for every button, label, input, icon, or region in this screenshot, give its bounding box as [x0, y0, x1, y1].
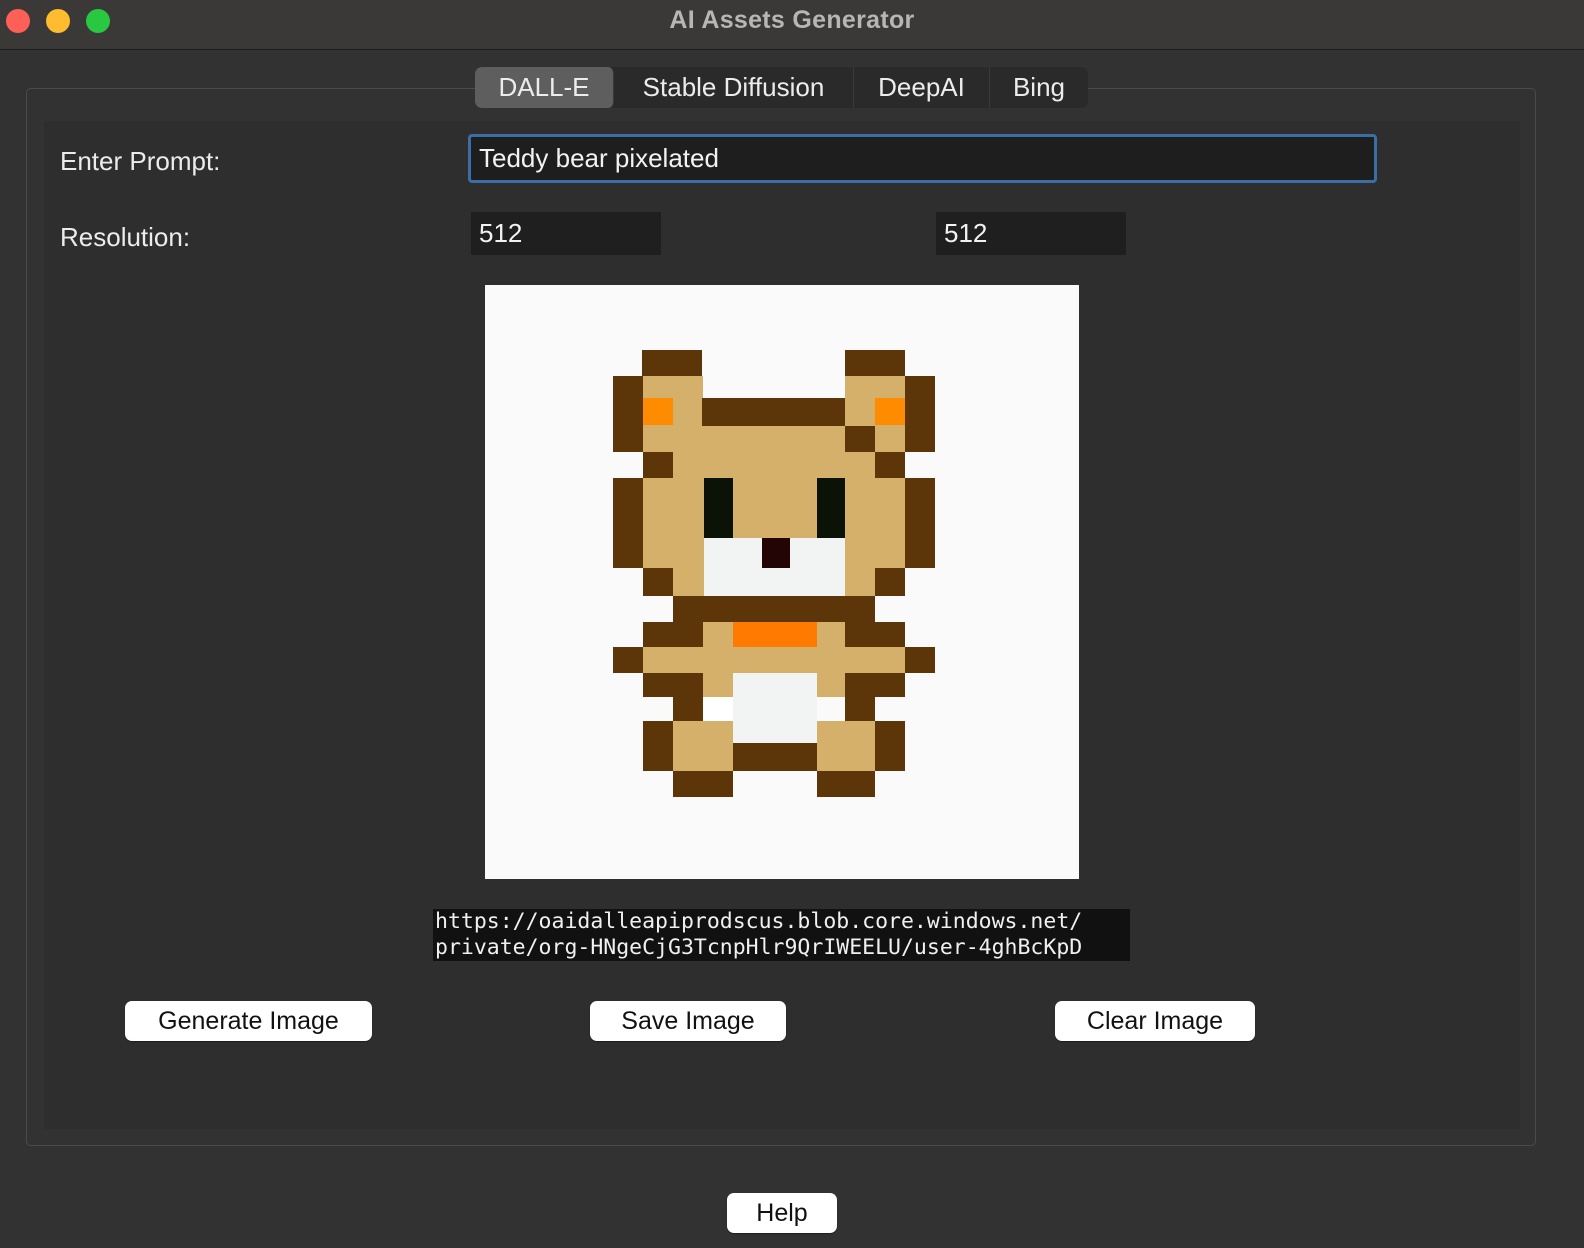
save-image-button[interactable]: Save Image [590, 1001, 786, 1041]
image-url-text: https://oaidalleapiprodscus.blob.core.wi… [433, 909, 1130, 961]
help-button[interactable]: Help [727, 1193, 837, 1233]
window-title: AI Assets Generator [669, 6, 915, 34]
tab-bar: DALL-E Stable Diffusion DeepAI Bing [475, 67, 1088, 108]
image-url-line-2: private/org-HNgeCjG3TcnpHlr9QrIWEELU/use… [435, 935, 1083, 960]
tab-dall-e[interactable]: DALL-E [475, 67, 614, 108]
resolution-width-input[interactable] [471, 212, 661, 255]
prompt-label: Enter Prompt: [60, 146, 221, 176]
tab-deepai[interactable]: DeepAI [854, 67, 990, 108]
clear-image-button[interactable]: Clear Image [1055, 1001, 1255, 1041]
teddy-bear-image [613, 350, 935, 797]
generate-image-button[interactable]: Generate Image [125, 1001, 372, 1041]
resolution-height-input[interactable] [936, 212, 1126, 255]
tab-stable-diffusion[interactable]: Stable Diffusion [614, 67, 854, 108]
generated-image [485, 285, 1079, 879]
image-url-line-1: https://oaidalleapiprodscus.blob.core.wi… [435, 909, 1083, 934]
resolution-label: Resolution: [60, 222, 191, 252]
title-bar: AI Assets Generator [0, 0, 1584, 50]
prompt-input[interactable] [468, 134, 1377, 183]
tab-bing[interactable]: Bing [990, 67, 1088, 108]
